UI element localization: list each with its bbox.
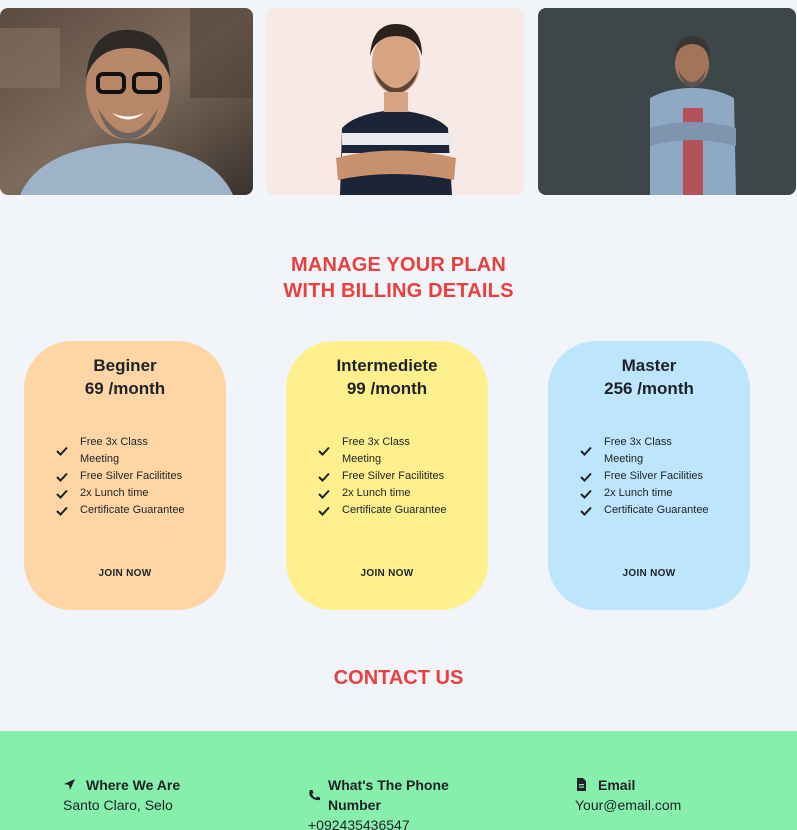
feature-item: 2x Lunch time [56, 485, 206, 502]
email-value: Your@email.com [575, 797, 682, 813]
feature-text: Free 3x Class Meeting [80, 436, 148, 465]
feature-text: Certificate Guarantee [80, 504, 185, 516]
contact-location: Where We Are Santo Claro, Selo [63, 775, 180, 815]
plan-name: Beginer [93, 356, 157, 375]
plan-features: Free 3x Class Meeting Free Silver Facili… [580, 434, 730, 519]
feature-item: 2x Lunch time [318, 485, 468, 502]
feature-item: Free 3x Class Meeting [580, 434, 730, 468]
team-photo-1 [0, 8, 253, 195]
check-icon [56, 468, 80, 485]
contact-footer: Where We Are Santo Claro, Selo What's Th… [0, 731, 797, 830]
location-arrow-icon [64, 779, 75, 790]
feature-item: 2x Lunch time [580, 485, 730, 502]
phone-heading: What's The Phone Number [308, 775, 478, 815]
location-value: Santo Claro, Selo [63, 797, 173, 813]
check-icon [318, 502, 342, 519]
check-icon [580, 485, 604, 502]
feature-item: Certificate Guarantee [580, 502, 730, 519]
feature-item: Free 3x Class Meeting [318, 434, 468, 468]
plan-card-beginner: Beginer 69 /month Free 3x Class Meeting … [24, 341, 226, 610]
file-icon [577, 778, 586, 791]
feature-item: Free Silver Facilitites [56, 468, 206, 485]
email-heading: Email [575, 775, 681, 795]
feature-item: Free 3x Class Meeting [56, 434, 206, 468]
join-now-button[interactable]: JOIN NOW [548, 568, 750, 579]
feature-item: Free Silver Facilitites [318, 468, 468, 485]
feature-text: Free 3x Class Meeting [342, 436, 410, 465]
location-heading: Where We Are [63, 775, 180, 795]
join-now-button[interactable]: JOIN NOW [24, 568, 226, 579]
check-icon [56, 502, 80, 519]
check-icon [318, 485, 342, 502]
feature-text: Free 3x Class Meeting [604, 436, 672, 465]
check-icon [56, 434, 80, 468]
phone-icon [309, 790, 320, 801]
plan-features: Free 3x Class Meeting Free Silver Facili… [318, 434, 468, 519]
phone-value: +092435436547 [308, 817, 410, 830]
plan-card-master: Master 256 /month Free 3x Class Meeting … [548, 341, 750, 610]
email-heading-text: Email [598, 777, 636, 793]
feature-text: Free Silver Facilitites [80, 470, 183, 482]
check-icon [580, 434, 604, 468]
feature-item: Certificate Guarantee [318, 502, 468, 519]
feature-text: 2x Lunch time [342, 487, 411, 499]
feature-text: Free Silver Facilitites [342, 470, 445, 482]
plan-features: Free 3x Class Meeting Free Silver Facili… [56, 434, 206, 519]
plans-title-line-2: WITH BILLING DETAILS [283, 280, 514, 302]
feature-text: 2x Lunch time [80, 487, 149, 499]
plan-price: 99 /month [346, 379, 428, 398]
feature-text: 2x Lunch time [604, 487, 673, 499]
contact-title: CONTACT US [333, 667, 464, 689]
plan-name: Master [621, 356, 677, 375]
plan-card-intermediate: Intermediete 99 /month Free 3x Class Mee… [286, 341, 488, 610]
feature-text: Free Silver Facilities [604, 470, 704, 482]
feature-item: Certificate Guarantee [56, 502, 206, 519]
team-photos [0, 8, 797, 195]
location-heading-text: Where We Are [86, 777, 181, 793]
phone-heading-text: What's The Phone Number [328, 777, 449, 813]
plans-title-line-1: MANAGE YOUR PLAN [290, 254, 507, 276]
feature-text: Certificate Guarantee [604, 504, 709, 516]
contact-phone: What's The Phone Number +092435436547 [308, 775, 478, 830]
check-icon [318, 434, 342, 468]
check-icon [580, 502, 604, 519]
contact-email: Email Your@email.com [575, 775, 681, 815]
plan-name: Intermediete [336, 356, 438, 375]
plan-price: 256 /month [604, 379, 694, 398]
plans-title: MANAGE YOUR PLAN WITH BILLING DETAILS [0, 252, 797, 304]
check-icon [56, 485, 80, 502]
feature-text: Certificate Guarantee [342, 504, 447, 516]
join-now-button[interactable]: JOIN NOW [286, 568, 488, 579]
check-icon [318, 468, 342, 485]
plan-price: 69 /month [84, 379, 166, 398]
team-photo-3 [538, 8, 796, 195]
team-photo-2 [266, 8, 524, 195]
feature-item: Free Silver Facilities [580, 468, 730, 485]
check-icon [580, 468, 604, 485]
